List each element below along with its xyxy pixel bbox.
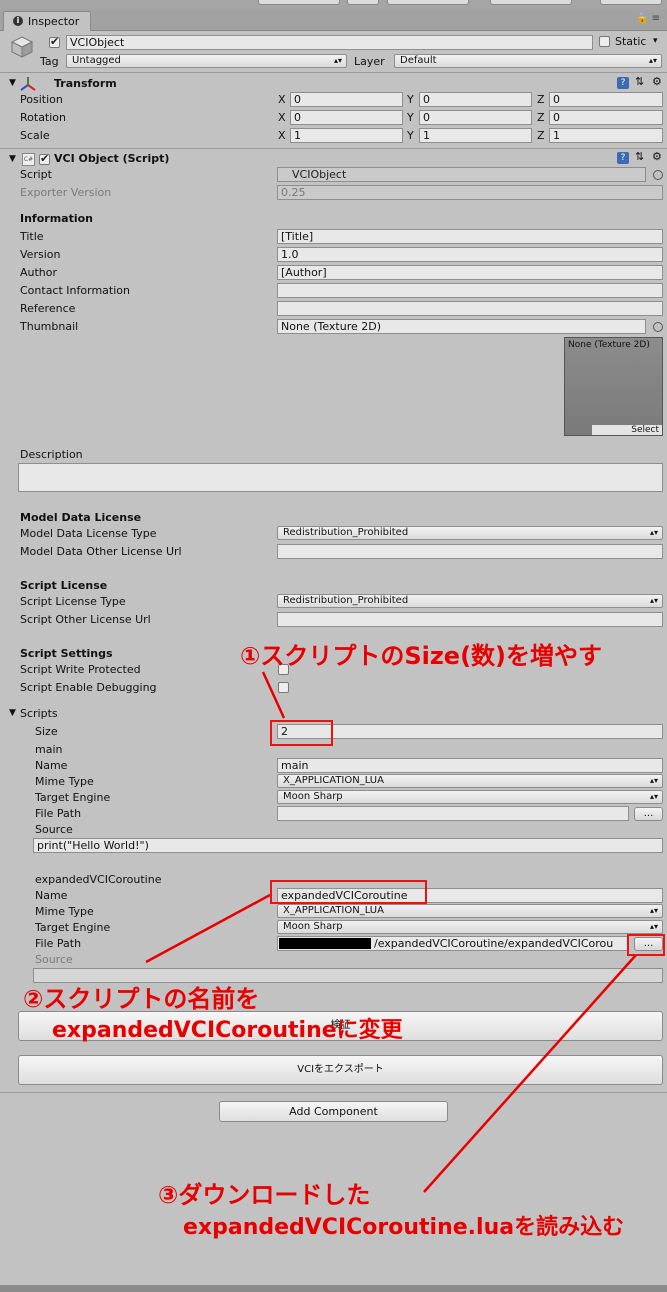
annotation-step3-line2: expandedVCICoroutine.luaを読み込む — [183, 1215, 625, 1240]
annotation-step2-line1: ②スクリプトの名前を — [23, 985, 260, 1013]
annotation-box-size — [270, 720, 333, 746]
annotation-step1: ①スクリプトのSize(数)を増やす — [240, 642, 603, 670]
annotation-box-browse — [627, 934, 665, 956]
annotation-step3-line1: ③ダウンロードした — [158, 1181, 371, 1209]
annotation-box-name — [270, 880, 427, 904]
annotation-step2-line2: expandedVCICoroutineに変更 — [52, 1018, 403, 1043]
